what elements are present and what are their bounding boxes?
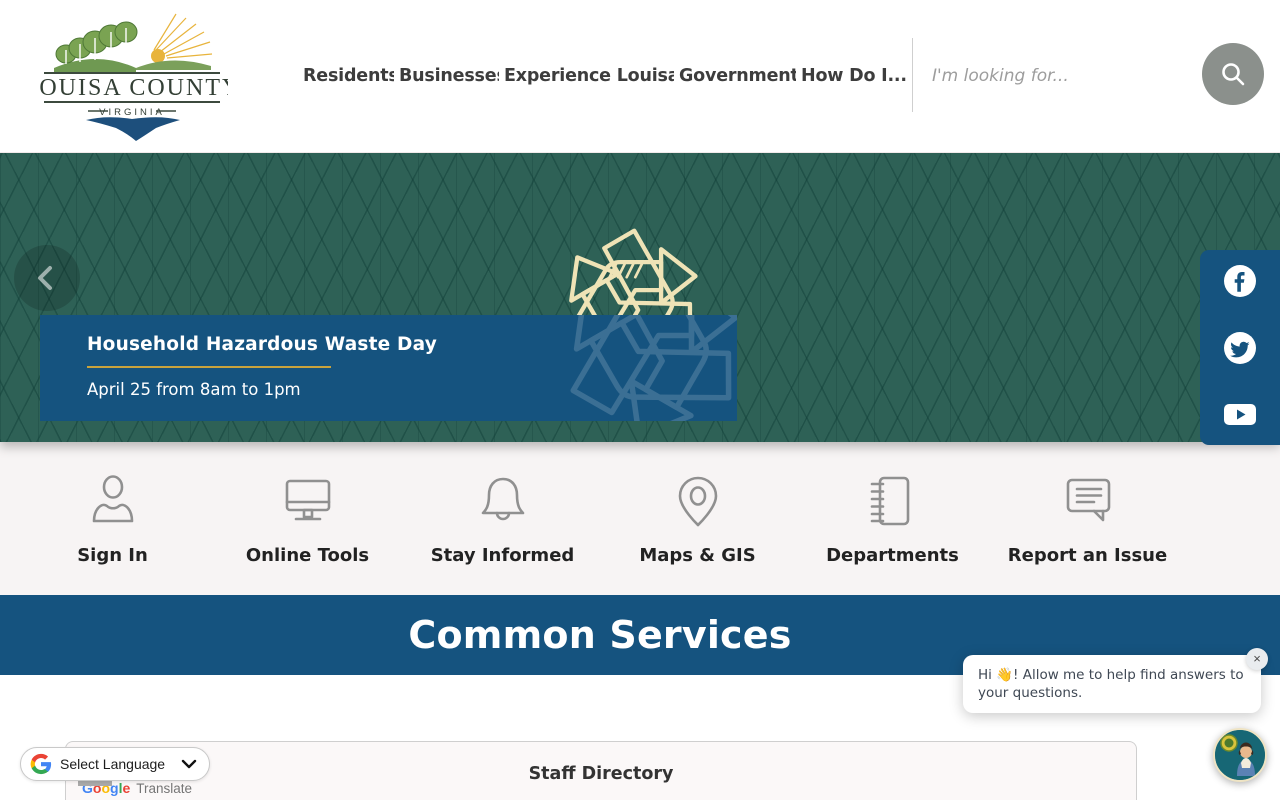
search-icon bbox=[1219, 60, 1247, 88]
recycle-watermark-icon bbox=[488, 315, 737, 421]
quicklink-label: Departments bbox=[826, 545, 959, 566]
nav-item-businesses[interactable]: Businesses bbox=[399, 66, 499, 86]
youtube-icon bbox=[1223, 397, 1257, 431]
chatbot-message: Hi 👋! Allow me to help find answers to y… bbox=[978, 666, 1246, 702]
quicklink-label: Online Tools bbox=[246, 545, 369, 566]
facebook-link[interactable] bbox=[1223, 264, 1257, 298]
staff-directory-card: Staff Directory bbox=[65, 741, 1137, 800]
louisa-county-logo[interactable]: LOUISA COUNTY VIRGINIA bbox=[36, 10, 228, 142]
header-divider bbox=[912, 38, 913, 112]
nav-item-experience-louisa[interactable]: Experience Louisa bbox=[504, 66, 674, 86]
hero-slide-title[interactable]: Household Hazardous Waste Day bbox=[87, 334, 437, 355]
quicklink-report-issue[interactable]: Report an Issue bbox=[990, 470, 1185, 566]
main-nav: Residents Businesses Experience Louisa G… bbox=[303, 0, 907, 152]
chatbot-avatar bbox=[1215, 730, 1265, 780]
language-select-value: Select Language bbox=[60, 756, 181, 772]
logo-subtitle: VIRGINIA bbox=[99, 107, 165, 118]
quicklink-label: Stay Informed bbox=[431, 545, 575, 566]
logo-water bbox=[86, 117, 180, 141]
carousel-prev-button[interactable] bbox=[14, 245, 80, 311]
chevron-down-icon bbox=[181, 759, 197, 769]
staff-directory-title: Staff Directory bbox=[66, 742, 1136, 784]
map-pin-icon bbox=[667, 470, 729, 532]
monitor-icon bbox=[277, 470, 339, 532]
quicklink-maps-gis[interactable]: Maps & GIS bbox=[600, 470, 795, 566]
bell-icon bbox=[472, 470, 534, 532]
quicklink-label: Maps & GIS bbox=[639, 545, 755, 566]
google-wordmark: Google bbox=[82, 780, 130, 796]
person-icon bbox=[82, 470, 144, 532]
search-input[interactable] bbox=[930, 58, 1184, 94]
hero-slide-caption: Household Hazardous Waste Day April 25 f… bbox=[40, 315, 737, 421]
logo-artwork bbox=[44, 14, 220, 73]
hero-slide-subtitle: April 25 from 8am to 1pm bbox=[87, 380, 437, 399]
logo-title: LOUISA COUNTY bbox=[36, 75, 228, 101]
quicklink-sign-in[interactable]: Sign In bbox=[15, 470, 210, 566]
hero-title-underline bbox=[87, 366, 331, 368]
quick-links-row: Sign In Online Tools Stay Informed bbox=[15, 470, 1185, 566]
translate-attribution-label: Translate bbox=[136, 781, 192, 796]
nav-item-how-do-i[interactable]: How Do I... bbox=[801, 66, 907, 86]
nav-item-government[interactable]: Government bbox=[679, 66, 796, 86]
nav-item-residents[interactable]: Residents bbox=[303, 66, 394, 86]
google-translate-attribution[interactable]: Google Translate bbox=[82, 780, 192, 796]
twitter-link[interactable] bbox=[1223, 331, 1257, 365]
facebook-icon bbox=[1223, 264, 1257, 298]
social-rail bbox=[1200, 250, 1280, 445]
search-button[interactable] bbox=[1202, 43, 1264, 105]
quicklink-stay-informed[interactable]: Stay Informed bbox=[405, 470, 600, 566]
chatbot-greeting-bubble[interactable]: Hi 👋! Allow me to help find answers to y… bbox=[963, 655, 1261, 713]
chat-lines-icon bbox=[1057, 470, 1119, 532]
quicklink-departments[interactable]: Departments bbox=[795, 470, 990, 566]
twitter-icon bbox=[1223, 331, 1257, 365]
chatbot-avatar-button[interactable] bbox=[1213, 728, 1267, 782]
louisa-county-homepage: LOUISA COUNTY VIRGINIA Residents Busines… bbox=[0, 0, 1280, 800]
quicklink-label: Report an Issue bbox=[1008, 545, 1167, 566]
chevron-left-icon bbox=[31, 262, 63, 294]
youtube-link[interactable] bbox=[1223, 397, 1257, 431]
language-select[interactable]: Select Language bbox=[20, 747, 210, 781]
quicklink-online-tools[interactable]: Online Tools bbox=[210, 470, 405, 566]
site-header: LOUISA COUNTY VIRGINIA Residents Busines… bbox=[0, 0, 1280, 153]
google-g-icon bbox=[30, 753, 52, 775]
chat-close-button[interactable]: × bbox=[1246, 648, 1268, 670]
hero-carousel: Household Hazardous Waste Day April 25 f… bbox=[0, 152, 1280, 442]
notebook-icon bbox=[862, 470, 924, 532]
quicklink-label: Sign In bbox=[77, 545, 148, 566]
quick-links-section: Sign In Online Tools Stay Informed bbox=[0, 442, 1280, 595]
